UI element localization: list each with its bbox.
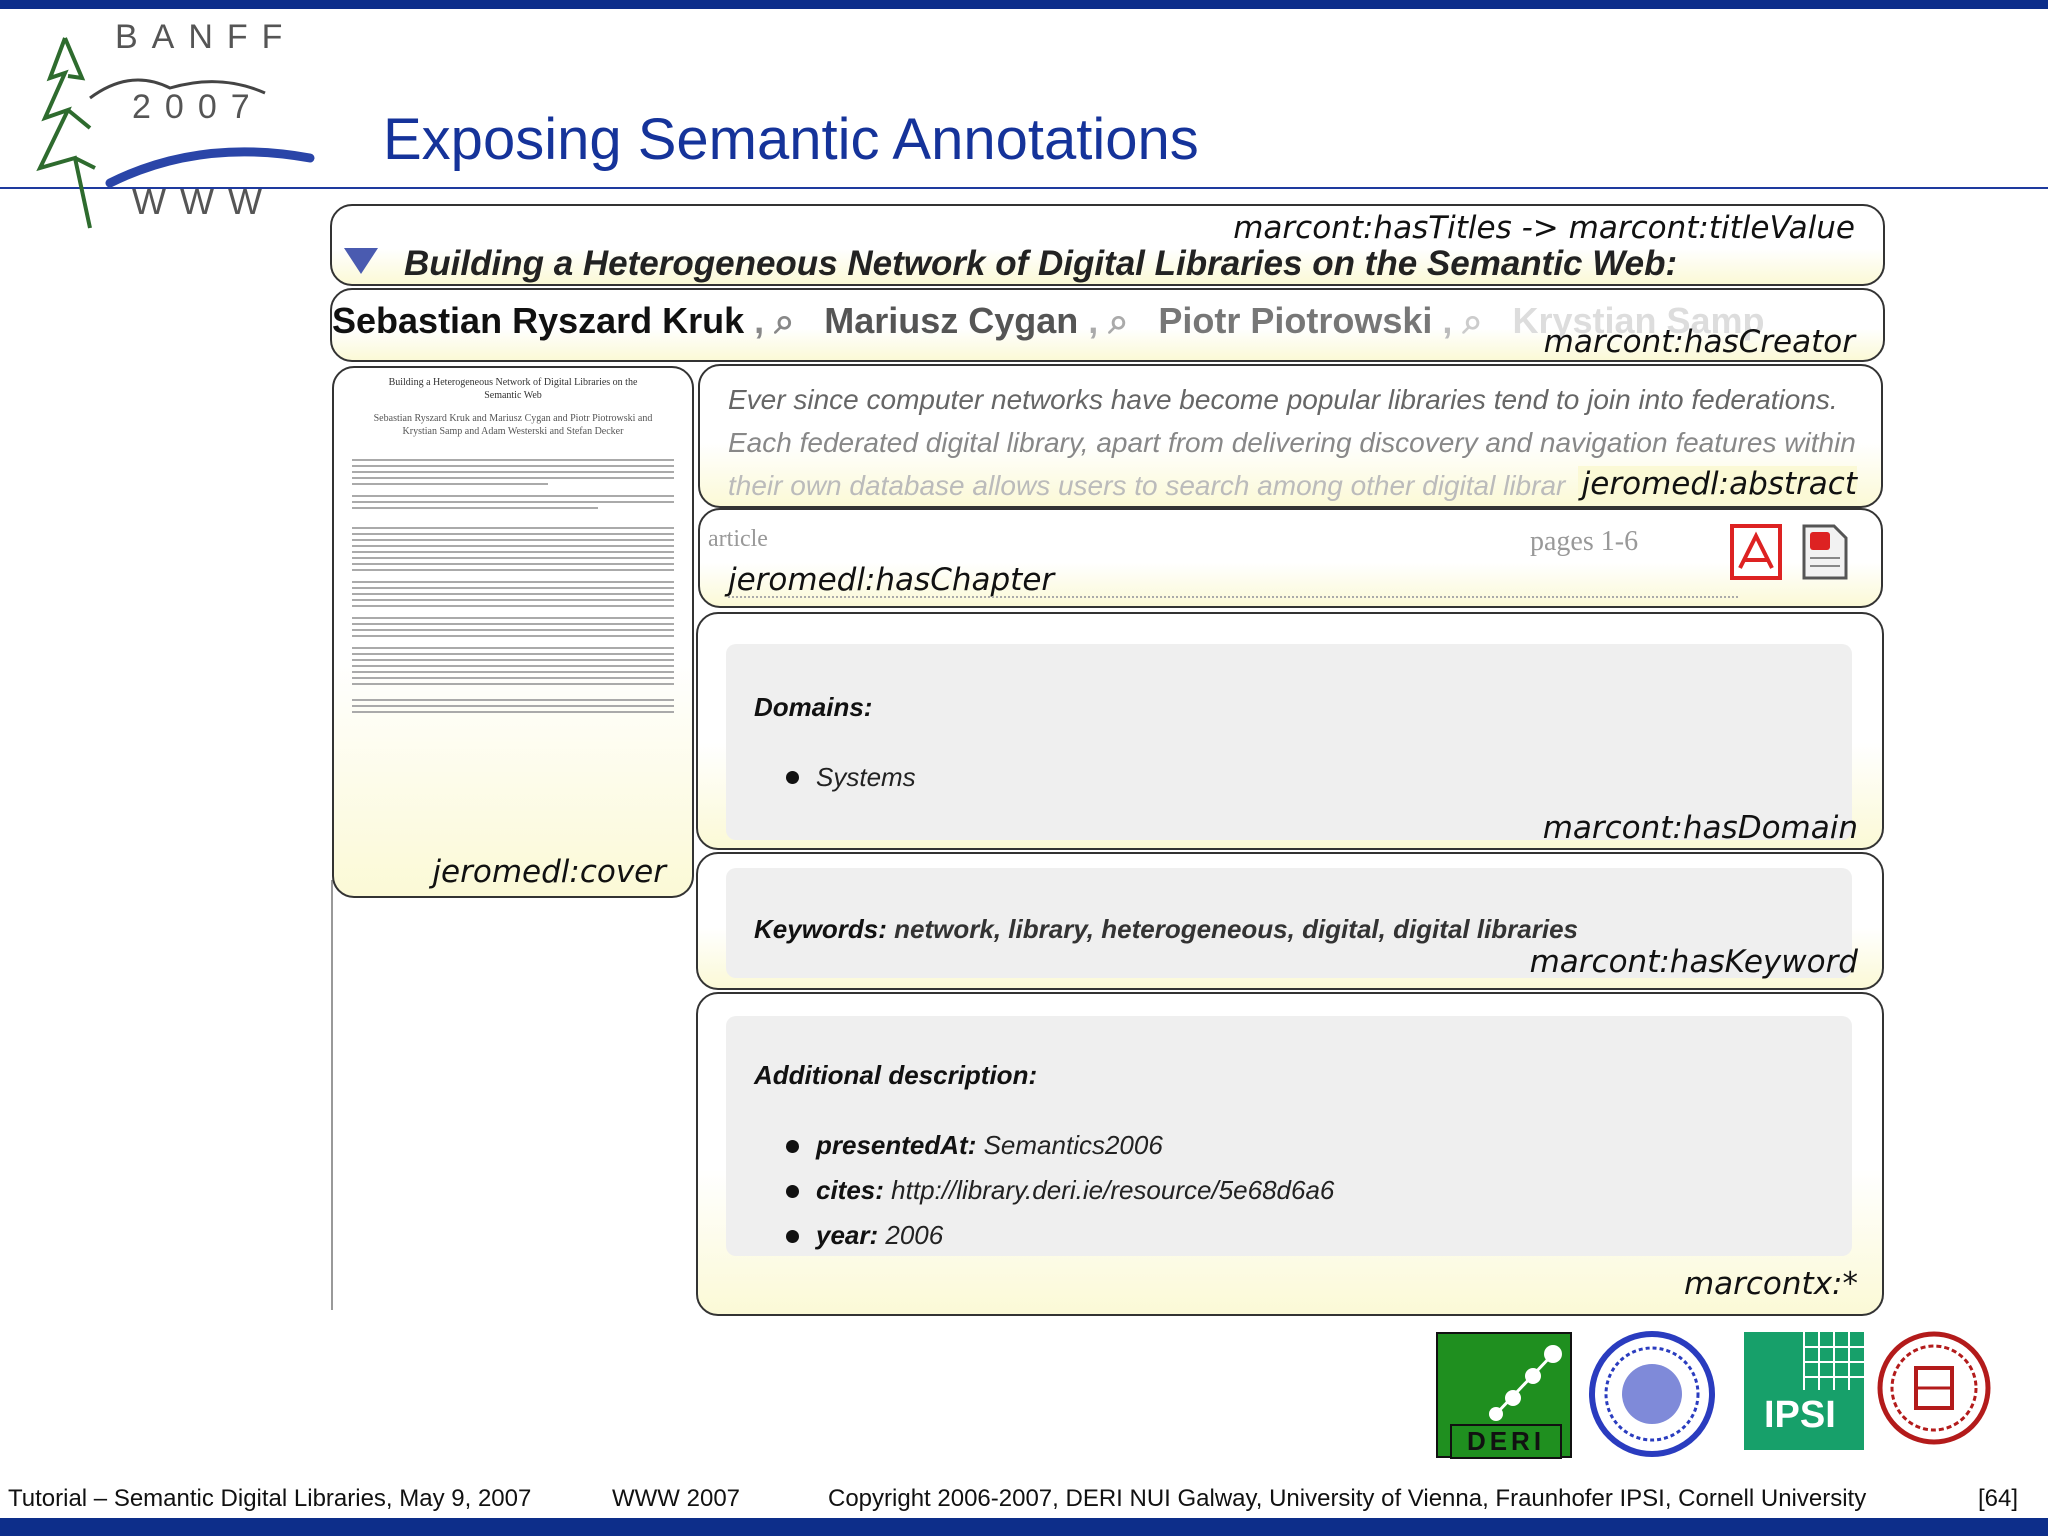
author-link[interactable]: Piotr Piotrowski — [1158, 300, 1432, 341]
deri-label: DERI — [1450, 1424, 1562, 1459]
footer-center: WWW 2007 — [612, 1485, 741, 1512]
title-panel: marcont:hasTitles -> marcont:titleValue … — [330, 204, 1885, 286]
footer-left: Tutorial – Semantic Digital Libraries, M… — [8, 1485, 532, 1512]
deri-logo: DERI — [1436, 1332, 1572, 1459]
author-link[interactable]: Mariusz Cygan — [824, 300, 1078, 341]
cover-title: Building a Heterogeneous Network of Digi… — [388, 377, 638, 401]
keywords-heading: Keywords: — [754, 914, 887, 944]
footer-right: Copyright 2006-2007, DERI NUI Galway, Un… — [828, 1485, 1867, 1512]
search-icon[interactable]: ⌕ — [1462, 300, 1502, 343]
ipsi-label: IPSI — [1764, 1394, 1836, 1436]
cover-thumbnail[interactable]: Building a Heterogeneous Network of Digi… — [348, 376, 678, 816]
article-label: article — [708, 526, 768, 552]
authors-panel: Sebastian Ryszard Kruk , ⌕ Mariusz Cygan… — [330, 288, 1885, 362]
abstract-panel: Ever since computer networks have become… — [698, 364, 1883, 508]
cover-property: jeromedl:cover — [432, 854, 666, 890]
additional-item: cites: http://library.deri.ie/resource/5… — [816, 1175, 1335, 1205]
title-property: marcont:hasTitles -> marcont:titleValue — [1233, 210, 1855, 246]
pages-label: pages 1-6 — [1530, 526, 1639, 557]
domain-panel: Domains: Systems marcont:hasDomain — [696, 612, 1884, 850]
abstract-line: Ever since computer networks have become… — [728, 384, 1838, 415]
keyword-property: marcont:hasKeyword — [1529, 944, 1858, 980]
bullet — [786, 771, 799, 784]
author-link[interactable]: Sebastian Ryszard Kruk — [332, 300, 744, 341]
abstract-property: jeromedl:abstract — [1577, 466, 1857, 502]
chapter-panel: article pages 1-6 jeromedl:hasChapter — [698, 508, 1883, 608]
top-bar — [0, 0, 2048, 9]
cornell-seal — [1877, 1331, 1991, 1445]
cites-link[interactable]: http://library.deri.ie/resource/5e68d6a6 — [891, 1175, 1334, 1205]
record-left-border — [331, 880, 333, 1310]
cover-text-lines — [352, 459, 674, 713]
additional-item: presentedAt: Semantics2006 — [816, 1130, 1163, 1160]
additional-heading: Additional description: — [754, 1060, 1038, 1090]
bullet — [786, 1185, 799, 1198]
slide-title: Exposing Semantic Annotations — [383, 107, 1199, 172]
abstract-line: their own database allows users to searc… — [728, 470, 1566, 501]
additional-property: marcontx:* — [1683, 1266, 1858, 1302]
bullet — [786, 1230, 799, 1243]
footer: Tutorial – Semantic Digital Libraries, M… — [8, 1485, 2018, 1513]
bullet — [786, 1140, 799, 1153]
additional-item: year: 2006 — [816, 1220, 944, 1250]
keyword-panel: Keywords: network, library, heterogeneou… — [696, 852, 1884, 990]
logo-line2: 2007 — [132, 88, 264, 126]
pdf-icon[interactable] — [1730, 524, 1782, 580]
abstract-line: Each federated digital library, apart fr… — [728, 427, 1856, 458]
cover-panel: Building a Heterogeneous Network of Digi… — [332, 366, 694, 898]
bottom-bar — [0, 1518, 2048, 1536]
ipsi-logo: IPSI — [1744, 1332, 1864, 1450]
document-icon[interactable] — [1800, 522, 1850, 582]
logo-line3: WWW — [132, 181, 276, 222]
chapter-underline — [728, 596, 1738, 598]
cover-authors: Sebastian Ryszard Kruk and Mariusz Cygan… — [373, 413, 653, 437]
domain-item: Systems — [816, 762, 916, 792]
logo-line1: BANFF — [115, 18, 297, 56]
record-title: Building a Heterogeneous Network of Digi… — [404, 244, 1678, 283]
banff-logo: BANFF 2007 WWW — [20, 18, 320, 248]
domains-heading: Domains: — [754, 692, 873, 722]
chapter-property: jeromedl:hasChapter — [728, 562, 1055, 598]
page-number: [64] — [1978, 1485, 2019, 1512]
university-of-vienna-seal — [1589, 1331, 1715, 1457]
domain-property: marcont:hasDomain — [1542, 810, 1858, 846]
keywords-value: network, library, heterogeneous, digital… — [894, 914, 1579, 944]
search-icon[interactable]: ⌕ — [1108, 300, 1148, 343]
additional-panel: Additional description: presentedAt: Sem… — [696, 992, 1884, 1316]
search-icon[interactable]: ⌕ — [774, 300, 814, 343]
keywords-line: Keywords: network, library, heterogeneou… — [754, 914, 1578, 945]
collapse-triangle-icon[interactable] — [342, 246, 380, 276]
creator-property: marcont:hasCreator — [1543, 324, 1855, 360]
